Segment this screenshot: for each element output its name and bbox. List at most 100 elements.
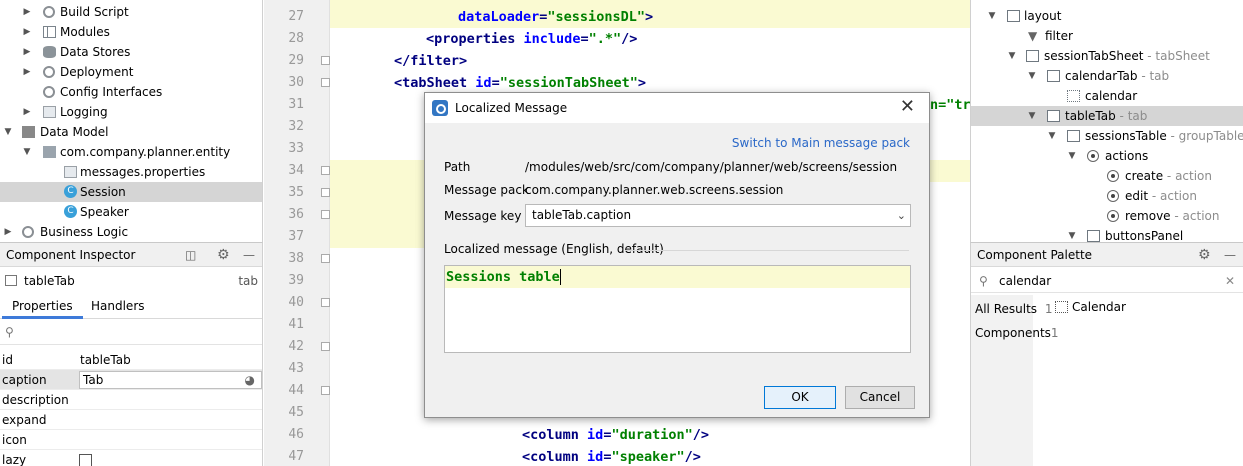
component-type: tab	[238, 274, 258, 288]
tree-item-build-script[interactable]: ▶ Build Script	[0, 2, 262, 22]
tree-item-speaker[interactable]: C Speaker	[0, 202, 262, 222]
line-number: 38	[288, 251, 304, 266]
layout-icon[interactable]: ◫	[185, 248, 196, 262]
tree-item-data-stores[interactable]: ▶ Data Stores	[0, 42, 262, 62]
fold-marker-icon[interactable]	[321, 386, 330, 395]
property-row-caption[interactable]: caption Tab ◕	[0, 370, 262, 390]
chevron-right-icon[interactable]: ▶	[22, 102, 32, 122]
hierarchy-item-buttonspanel[interactable]: ▼ buttonsPanel	[971, 226, 1243, 242]
chevron-right-icon[interactable]: ▶	[22, 22, 32, 42]
chevron-down-icon[interactable]: ▼	[1047, 126, 1057, 146]
tab-handlers[interactable]: Handlers	[81, 295, 155, 319]
tree-item-modules[interactable]: ▶ Modules	[0, 22, 262, 42]
path-label: Path	[444, 160, 471, 174]
tab-properties[interactable]: Properties	[2, 295, 83, 319]
close-icon[interactable]: ✕	[900, 93, 915, 121]
chevron-down-icon[interactable]: ▼	[1067, 146, 1077, 166]
chevron-down-icon[interactable]: ▼	[987, 6, 997, 26]
chevron-down-icon[interactable]: ▼	[1067, 226, 1077, 242]
inspector-title: Component Inspector	[6, 248, 136, 262]
tree-item-messages-properties[interactable]: messages.properties	[0, 162, 262, 182]
chevron-down-icon[interactable]: ▼	[1027, 66, 1037, 86]
line-number: 45	[288, 405, 304, 420]
chevron-down-icon[interactable]: ▼	[1027, 106, 1037, 126]
properties-icon	[64, 166, 77, 178]
hierarchy-item-remove[interactable]: remove - action	[971, 206, 1243, 226]
hierarchy-item-filter[interactable]: ▼ filter	[971, 26, 1243, 46]
localized-message-editor[interactable]: Sessions table	[444, 265, 911, 353]
globe-icon[interactable]: ◕	[245, 372, 255, 388]
minimize-icon[interactable]: —	[243, 248, 255, 262]
hierarchy-kind: - action	[1151, 189, 1197, 203]
hierarchy-item-create[interactable]: create - action	[971, 166, 1243, 186]
chevron-right-icon[interactable]: ▶	[22, 42, 32, 62]
fold-marker-icon[interactable]	[321, 188, 330, 197]
cancel-button[interactable]: Cancel	[845, 386, 915, 409]
property-row-expand[interactable]: expand	[0, 410, 262, 430]
tree-item-data-model[interactable]: ▼ Data Model	[0, 122, 262, 142]
hierarchy-kind: - action	[1166, 169, 1213, 183]
tree-item-config-interfaces[interactable]: Config Interfaces	[0, 82, 262, 102]
hierarchy-kind: - tab	[1119, 109, 1148, 123]
message-pack-label: Message pack	[444, 183, 529, 197]
gear-icon[interactable]: ⚙	[217, 248, 230, 262]
package-icon	[43, 146, 56, 158]
line-number: 30	[288, 75, 304, 90]
fold-marker-icon[interactable]	[321, 78, 330, 87]
palette-search-input[interactable]: ⚲ calendar ✕	[971, 269, 1243, 293]
tree-item-label: Logging	[60, 105, 108, 119]
switch-main-pack-link[interactable]: Switch to Main message pack	[732, 136, 910, 150]
tree-item-business-logic[interactable]: ▶ Business Logic	[0, 222, 262, 242]
properties-search[interactable]: ⚲	[0, 323, 262, 345]
highlight-band	[330, 182, 428, 248]
property-row-description[interactable]: description	[0, 390, 262, 410]
fold-marker-icon[interactable]	[321, 166, 330, 175]
selected-component: tableTab tab	[0, 269, 262, 293]
line-number: 42	[288, 339, 304, 354]
gear-icon[interactable]: ⚙	[1198, 248, 1211, 262]
hierarchy-item-sessiontabsheet[interactable]: ▼ sessionTabSheet - tabSheet	[971, 46, 1243, 66]
tree-item-logging[interactable]: ▶ Logging	[0, 102, 262, 122]
chevron-down-icon[interactable]: ▼	[1007, 46, 1017, 66]
hierarchy-item-calendartab[interactable]: ▼ calendarTab - tab	[971, 66, 1243, 86]
clear-icon[interactable]: ✕	[1225, 269, 1235, 293]
category-components[interactable]: Components1	[975, 323, 1059, 343]
code-tag: <column	[522, 427, 579, 443]
dialog-title: Localized Message	[455, 101, 568, 115]
hierarchy-label: calendar	[1085, 89, 1138, 103]
tree-item-entity-package[interactable]: ▼ com.company.planner.entity	[0, 142, 262, 162]
chevron-right-icon[interactable]: ▶	[22, 2, 32, 22]
minimize-icon[interactable]: —	[1224, 248, 1236, 262]
chevron-down-icon[interactable]: ▼	[22, 142, 32, 162]
category-all-results[interactable]: All Results 1	[975, 299, 1053, 319]
hierarchy-item-calendar[interactable]: calendar	[971, 86, 1243, 106]
hierarchy-item-actions[interactable]: ▼ actions	[971, 146, 1243, 166]
chevron-right-icon[interactable]: ▶	[22, 62, 32, 82]
hierarchy-item-sessionstable[interactable]: ▼ sessionsTable - groupTable	[971, 126, 1243, 146]
code-tag: />	[684, 449, 701, 465]
caption-input[interactable]: Tab ◕	[79, 371, 262, 389]
ok-button[interactable]: OK	[764, 386, 836, 409]
code-line-29: </filter>	[330, 50, 970, 72]
category-count: 1	[1044, 302, 1053, 316]
fold-marker-icon[interactable]	[321, 342, 330, 351]
chevron-right-icon[interactable]: ▶	[3, 222, 13, 242]
lazy-checkbox[interactable]	[79, 454, 92, 466]
tree-item-session[interactable]: C Session	[0, 182, 262, 202]
tree-item-deployment[interactable]: ▶ Deployment	[0, 62, 262, 82]
hierarchy-item-tabletab[interactable]: ▼ tableTab - tab	[971, 106, 1243, 126]
fold-marker-icon[interactable]	[321, 298, 330, 307]
code-tag: />	[692, 427, 709, 443]
property-row-icon[interactable]: icon	[0, 430, 262, 450]
chevron-down-icon[interactable]: ▼	[3, 122, 13, 142]
fold-marker-icon[interactable]	[321, 210, 330, 219]
tabsheet-icon	[1026, 50, 1039, 62]
property-row-id[interactable]: id tableTab	[0, 350, 262, 370]
property-row-lazy[interactable]: lazy	[0, 450, 262, 466]
line-number: 39	[288, 273, 304, 288]
hierarchy-item-layout[interactable]: ▼ layout	[971, 6, 1243, 26]
message-key-select[interactable]: tableTab.caption ⌄	[525, 204, 911, 227]
fold-marker-icon[interactable]	[321, 254, 330, 263]
fold-marker-icon[interactable]	[321, 56, 330, 65]
hierarchy-item-edit[interactable]: edit - action	[971, 186, 1243, 206]
